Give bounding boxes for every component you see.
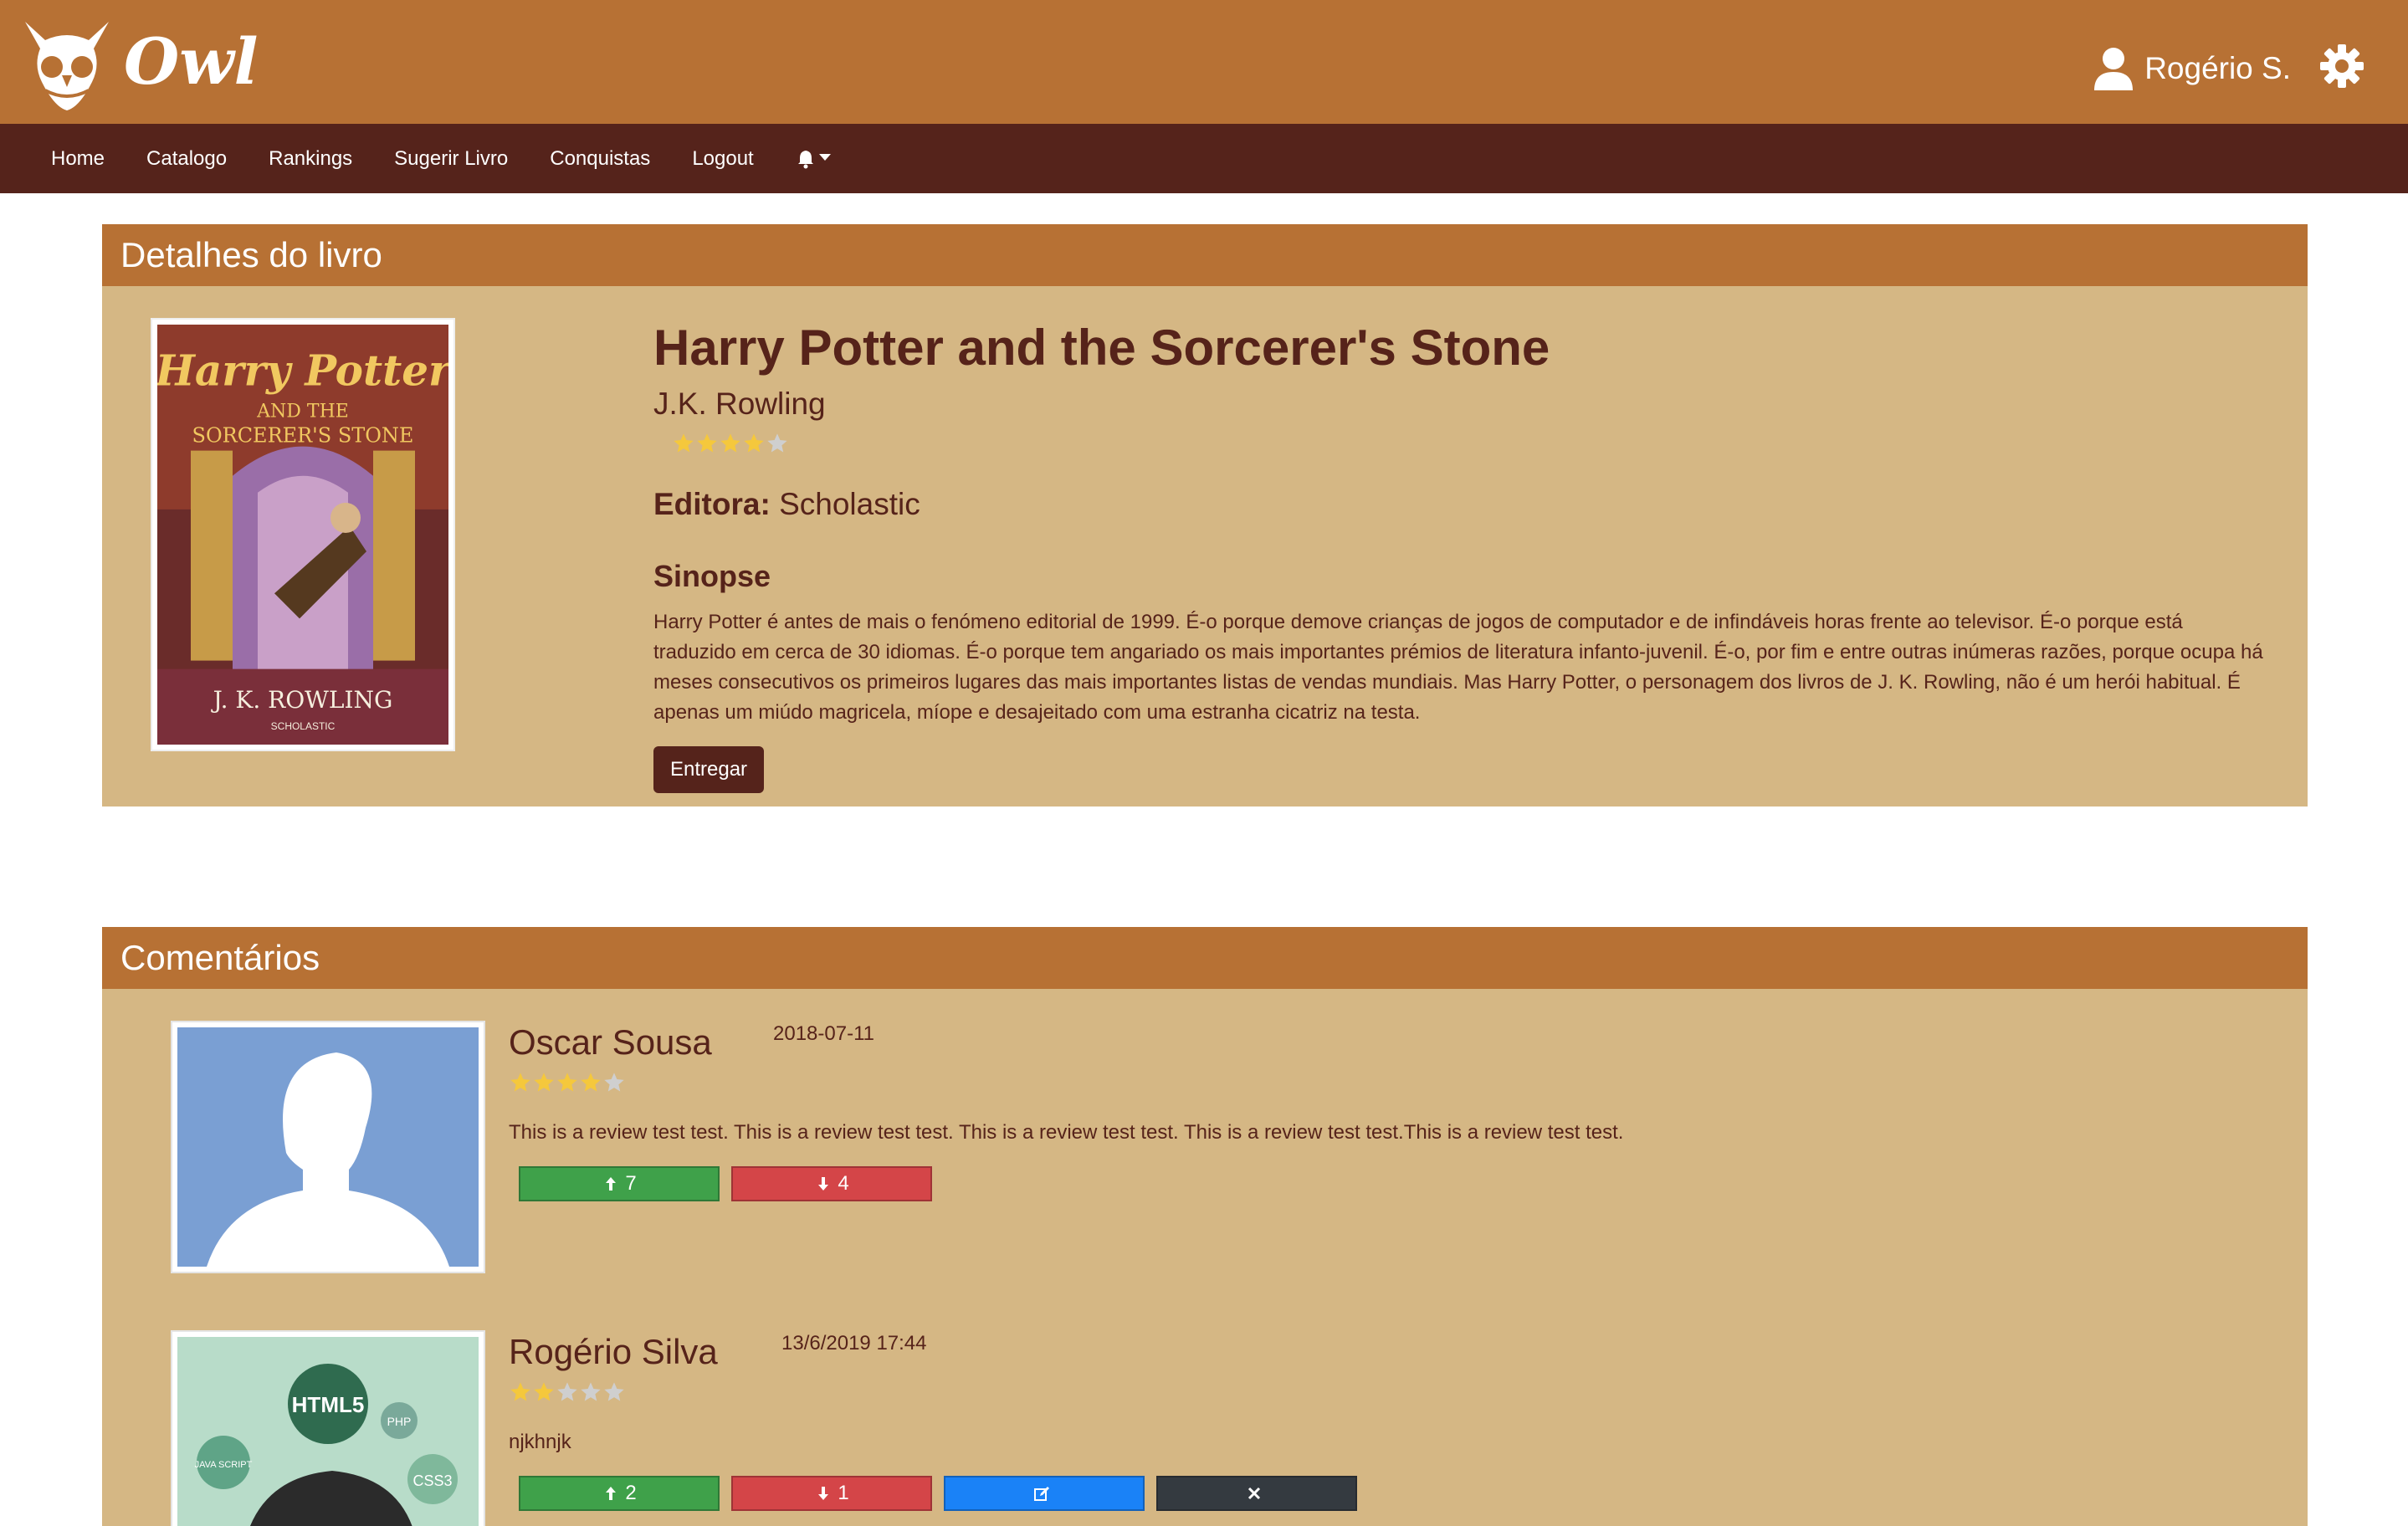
avatar-php-label: PHP xyxy=(387,1415,412,1428)
delete-comment-button[interactable] xyxy=(1156,1476,1357,1511)
book-details-panel: Detalhes do livro Harry Potter AND THE S… xyxy=(102,224,2308,807)
notifications-dropdown[interactable] xyxy=(796,149,831,169)
star-filled-icon xyxy=(510,1073,530,1092)
downvote-button[interactable]: 4 xyxy=(731,1166,932,1201)
star-filled-icon xyxy=(534,1073,554,1092)
default-avatar-icon xyxy=(177,1027,479,1267)
upvote-button[interactable]: 7 xyxy=(519,1166,720,1201)
comments-header: Comentários xyxy=(102,927,2308,989)
book-details-header: Detalhes do livro xyxy=(102,224,2308,286)
synopsis-heading: Sinopse xyxy=(653,559,771,593)
book-publisher: Editora: Scholastic xyxy=(653,487,2268,522)
close-icon xyxy=(1248,1487,1261,1500)
avatar: HTML5 PHP CSS3 JAVA SCRIPT xyxy=(171,1330,485,1526)
arrow-up-icon xyxy=(606,1177,617,1191)
edit-icon xyxy=(1034,1487,1049,1501)
nav-rankings[interactable]: Rankings xyxy=(269,147,352,171)
book-info: Harry Potter and the Sorcerer's Stone J.… xyxy=(653,318,2268,793)
cover-publisher: SCHOLASTIC xyxy=(271,720,336,732)
comment-item: Oscar Sousa 2018-07-11 This is a review … xyxy=(171,1021,2262,1280)
avatar xyxy=(171,1021,485,1273)
star-empty-icon xyxy=(604,1073,624,1092)
comments-panel: Comentários Oscar Sousa 2018-07-11 This … xyxy=(102,927,2308,1526)
downvote-button[interactable]: 1 xyxy=(731,1476,932,1511)
user-menu[interactable]: Rogério S. xyxy=(2094,44,2291,94)
upvote-count: 7 xyxy=(625,1172,637,1195)
book-rating-stars xyxy=(672,432,2268,455)
comment-item: HTML5 PHP CSS3 JAVA SCRIPT Rogério Silva… xyxy=(171,1330,2262,1526)
comment-votes: 7 4 xyxy=(519,1166,2257,1201)
star-empty-icon xyxy=(557,1382,577,1401)
user-icon xyxy=(2094,48,2134,90)
comment-text: njkhnjk xyxy=(509,1431,571,1453)
comment-date: 13/6/2019 17:44 xyxy=(781,1332,927,1354)
synopsis-text: Harry Potter é antes de mais o fenómeno … xyxy=(653,611,2263,724)
comment-author[interactable]: Oscar Sousa xyxy=(509,1022,712,1063)
nav-catalogo[interactable]: Catalogo xyxy=(146,147,227,171)
chevron-down-icon xyxy=(818,153,831,161)
arrow-down-icon xyxy=(818,1487,829,1500)
cover-title-line2: AND THE xyxy=(256,401,349,422)
book-cover: Harry Potter AND THE SORCERER'S STONE J.… xyxy=(151,318,455,751)
bell-icon xyxy=(797,150,813,168)
app-logo-text[interactable]: Owl xyxy=(124,30,259,94)
edit-comment-button[interactable] xyxy=(944,1476,1145,1511)
owl-logo-icon[interactable] xyxy=(17,15,117,115)
nav-home[interactable]: Home xyxy=(51,147,105,171)
main-navbar: Home Catalogo Rankings Sugerir Livro Con… xyxy=(0,124,2408,193)
comment-votes: 2 1 xyxy=(519,1476,2257,1511)
comment-body: Rogério Silva 13/6/2019 17:44 njkhnjk 2 … xyxy=(509,1330,2257,1511)
star-filled-icon xyxy=(674,433,694,453)
developer-avatar-icon: HTML5 PHP CSS3 JAVA SCRIPT xyxy=(177,1337,479,1526)
deliver-button[interactable]: Entregar xyxy=(653,746,765,793)
book-author[interactable]: J.K. Rowling xyxy=(653,387,2268,422)
comment-author[interactable]: Rogério Silva xyxy=(509,1332,718,1372)
avatar-css-label: CSS3 xyxy=(412,1472,452,1489)
publisher-label: Editora: xyxy=(653,487,771,521)
nav-conquistas[interactable]: Conquistas xyxy=(550,147,650,171)
star-filled-icon xyxy=(581,1073,601,1092)
gear-icon[interactable] xyxy=(2319,44,2364,89)
cover-title-line3: SORCERER'S STONE xyxy=(192,424,414,448)
user-name[interactable]: Rogério S. xyxy=(2144,51,2291,86)
cover-title-line1: Harry Potter xyxy=(157,346,448,395)
arrow-down-icon xyxy=(818,1177,829,1191)
star-filled-icon xyxy=(510,1382,530,1401)
star-filled-icon xyxy=(697,433,717,453)
downvote-count: 1 xyxy=(838,1482,849,1504)
nav-sugerir-livro[interactable]: Sugerir Livro xyxy=(394,147,508,171)
star-filled-icon xyxy=(744,433,764,453)
upvote-button[interactable]: 2 xyxy=(519,1476,720,1511)
star-filled-icon xyxy=(720,433,740,453)
cover-author: J. K. ROWLING xyxy=(211,686,393,714)
arrow-up-icon xyxy=(606,1487,617,1500)
star-empty-icon xyxy=(581,1382,601,1401)
star-filled-icon xyxy=(557,1073,577,1092)
star-empty-icon xyxy=(767,433,787,453)
avatar-js-label: JAVA SCRIPT xyxy=(195,1460,253,1470)
comment-text: This is a review test test. This is a re… xyxy=(509,1121,1624,1144)
book-title: Harry Potter and the Sorcerer's Stone xyxy=(653,320,1550,376)
comment-date: 2018-07-11 xyxy=(773,1022,874,1045)
comment-rating-stars xyxy=(509,1071,2257,1094)
star-empty-icon xyxy=(604,1382,624,1401)
comment-body: Oscar Sousa 2018-07-11 This is a review … xyxy=(509,1021,2257,1201)
comment-rating-stars xyxy=(509,1380,2257,1404)
publisher-value: Scholastic xyxy=(779,487,920,521)
avatar-html-label: HTML5 xyxy=(292,1392,365,1417)
star-filled-icon xyxy=(534,1382,554,1401)
nav-logout[interactable]: Logout xyxy=(692,147,753,171)
book-cover-image: Harry Potter AND THE SORCERER'S STONE J.… xyxy=(157,325,448,745)
top-header: Owl Rogério S. xyxy=(0,0,2408,124)
upvote-count: 2 xyxy=(625,1482,637,1504)
downvote-count: 4 xyxy=(838,1172,849,1195)
